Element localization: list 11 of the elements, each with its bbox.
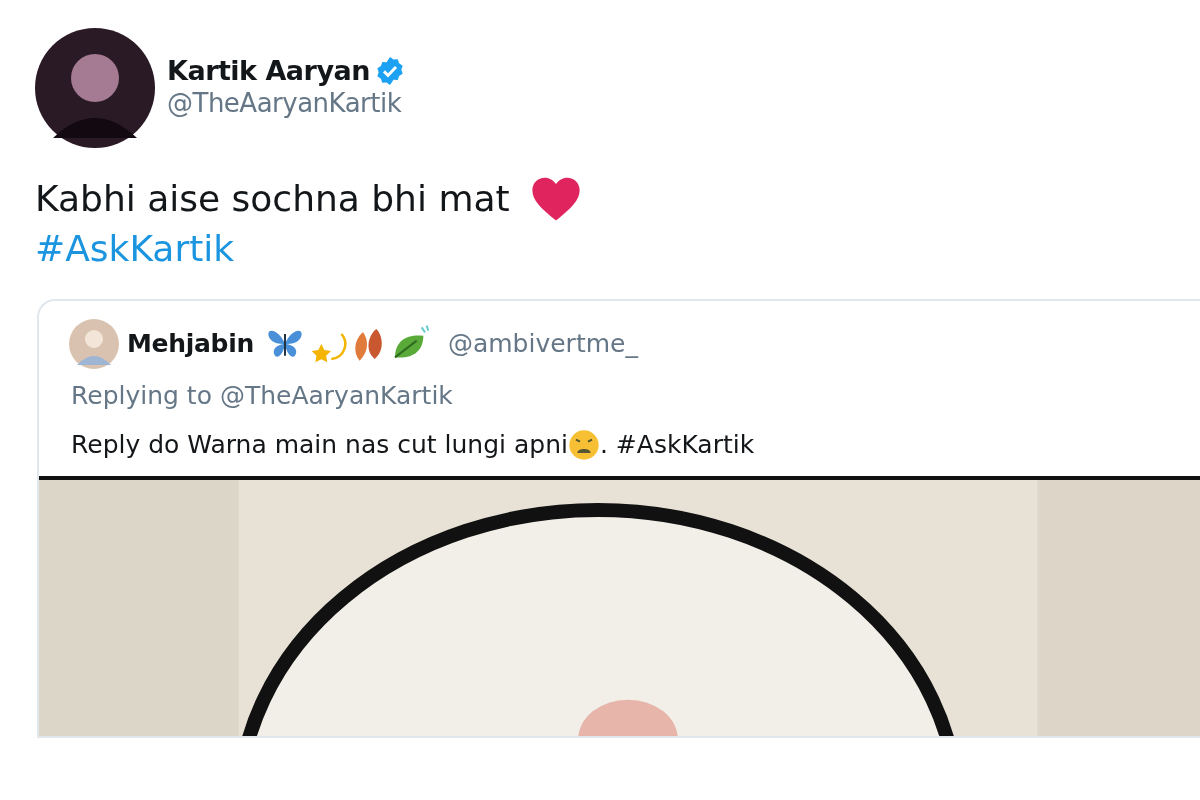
author-handle: @ambivertme_: [447, 328, 638, 361]
quoted-tweet-text: . #AskKartik: [599, 429, 755, 462]
author-name: Mehjabin: [127, 328, 254, 361]
author-name[interactable]: Kartik Aaryan: [167, 54, 370, 88]
replying-to-text: Replying to @TheAaryanKartik: [70, 379, 454, 412]
tweet-text: Kabhi aise sochna bhi mat: [35, 176, 510, 221]
avatar[interactable]: [35, 28, 155, 148]
author-handle: @TheAaryanKartik: [167, 87, 403, 121]
avatar: [69, 318, 119, 369]
weary-face-icon: [567, 429, 600, 462]
quoted-tweet-text: Reply do Warna main nas cut lungi apni: [71, 429, 568, 462]
